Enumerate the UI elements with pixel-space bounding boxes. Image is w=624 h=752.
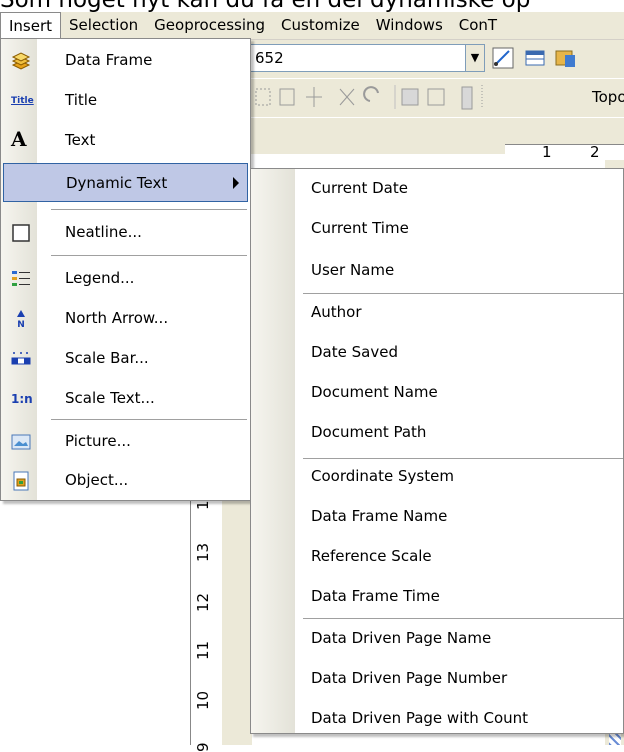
- insert-scale-bar[interactable]: Scale Bar...: [3, 339, 248, 378]
- insert-data-frame[interactable]: Data Frame: [3, 41, 248, 80]
- draw-toolbar: [250, 79, 624, 117]
- insert-north-arrow[interactable]: N North Arrow...: [3, 299, 248, 338]
- table-icon: [525, 50, 545, 66]
- catalog-icon: [555, 50, 575, 67]
- menu-item-user-name[interactable]: User Name: [311, 261, 394, 279]
- menu-separator: [51, 419, 247, 420]
- menu-bar: Insert Selection Geoprocessing Customize…: [0, 11, 624, 41]
- scale-text-icon: 1:n: [11, 392, 33, 406]
- insert-menu: Data Frame Title Title A Text Dynamic Te…: [0, 38, 251, 501]
- menu-item-current-time[interactable]: Current Time: [311, 219, 409, 237]
- menu-separator: [303, 618, 623, 619]
- ruler-strip: [505, 144, 624, 155]
- menu-item-data-driven-page-number[interactable]: Data Driven Page Number: [311, 669, 507, 687]
- menu-separator: [51, 255, 247, 256]
- menu-separator: [303, 458, 623, 459]
- data-frame-icon: [11, 52, 31, 70]
- ruler-label: 11: [194, 640, 212, 660]
- menu-item-label: Dynamic Text: [66, 174, 168, 192]
- ruler-label: 2: [590, 143, 600, 161]
- menu-item-label: Data Frame: [65, 51, 153, 69]
- vertical-ruler: 14 13 12 11 10 9: [190, 462, 224, 752]
- menu-item-label: Text: [65, 131, 96, 149]
- menu-item-data-frame-time[interactable]: Data Frame Time: [311, 587, 440, 605]
- horizontal-ruler: 1 2: [250, 118, 624, 161]
- editor-toolbar-button[interactable]: [490, 44, 516, 72]
- menu-separator: [303, 293, 623, 294]
- legend-icon: [12, 271, 30, 286]
- insert-text[interactable]: A Text: [3, 121, 248, 160]
- menu-item-date-saved[interactable]: Date Saved: [311, 343, 398, 361]
- menu-item-label: Object...: [65, 471, 129, 489]
- table-of-contents-button[interactable]: [522, 44, 548, 72]
- insert-title[interactable]: Title Title: [3, 81, 248, 120]
- menu-customize[interactable]: Customize: [273, 12, 368, 39]
- topology-toolbar-label: Topo: [592, 88, 624, 106]
- menu-item-label: Scale Text...: [65, 389, 155, 407]
- ruler-label: 1: [542, 143, 552, 161]
- menu-item-label: Title: [65, 91, 98, 109]
- picture-icon: [11, 434, 31, 450]
- ruler-label: 9: [194, 742, 212, 752]
- menu-icon-gutter: [251, 169, 295, 733]
- dynamic-text-submenu: Current Date Current Time User Name Auth…: [250, 168, 624, 734]
- neatline-icon: [12, 224, 30, 242]
- menu-item-reference-scale[interactable]: Reference Scale: [311, 547, 432, 565]
- menu-separator: [51, 209, 247, 210]
- menu-item-data-frame-name[interactable]: Data Frame Name: [311, 507, 447, 525]
- menu-geoprocessing[interactable]: Geoprocessing: [146, 12, 273, 39]
- menu-item-document-path[interactable]: Document Path: [311, 423, 426, 441]
- text-icon: A: [11, 127, 27, 151]
- menu-item-data-driven-page-with-count[interactable]: Data Driven Page with Count: [311, 709, 528, 727]
- scale-dropdown-button[interactable]: ▼: [465, 44, 485, 72]
- object-icon: [13, 471, 29, 491]
- north-letter: N: [17, 320, 25, 329]
- insert-picture[interactable]: Picture...: [3, 422, 248, 461]
- map-scale-input[interactable]: 652: [250, 44, 470, 72]
- insert-legend[interactable]: Legend...: [3, 259, 248, 298]
- insert-dynamic-text[interactable]: Dynamic Text: [3, 163, 248, 202]
- menu-selection[interactable]: Selection: [61, 12, 146, 39]
- insert-scale-text[interactable]: 1:n Scale Text...: [3, 379, 248, 418]
- menu-insert[interactable]: Insert: [0, 11, 62, 41]
- menu-item-current-date[interactable]: Current Date: [311, 179, 408, 197]
- ruler-label: 10: [194, 690, 212, 710]
- insert-object[interactable]: Object...: [3, 461, 248, 500]
- scale-bar-icon: [11, 352, 31, 365]
- north-arrow-icon: N: [17, 310, 25, 329]
- ruler-label: 12: [194, 592, 212, 612]
- menu-item-label: North Arrow...: [65, 309, 169, 327]
- ruler-label: 13: [194, 542, 212, 562]
- draw-toolbar-icons: [255, 85, 483, 110]
- menu-contoolbar[interactable]: ConT: [451, 12, 505, 39]
- menu-item-label: Legend...: [65, 269, 135, 287]
- catalog-button[interactable]: [552, 44, 578, 72]
- insert-neatline[interactable]: Neatline...: [3, 213, 248, 252]
- menu-item-document-name[interactable]: Document Name: [311, 383, 438, 401]
- layout-canvas[interactable]: [222, 462, 252, 745]
- menu-item-author[interactable]: Author: [311, 303, 362, 321]
- menu-item-label: Neatline...: [65, 223, 142, 241]
- menu-item-label: Picture...: [65, 432, 131, 450]
- submenu-arrow-icon: [233, 177, 239, 189]
- menu-windows[interactable]: Windows: [368, 12, 451, 39]
- menu-item-data-driven-page-name[interactable]: Data Driven Page Name: [311, 629, 491, 647]
- edit-sketch-icon: [492, 47, 514, 69]
- menu-item-coordinate-system[interactable]: Coordinate System: [311, 467, 454, 485]
- title-icon: Title: [11, 96, 34, 106]
- menu-item-label: Scale Bar...: [65, 349, 149, 367]
